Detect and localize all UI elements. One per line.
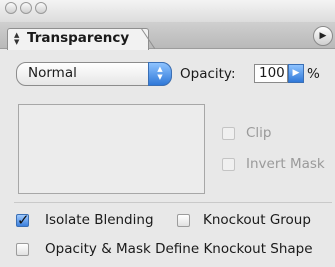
invert-mask-label: Invert Mask bbox=[246, 156, 325, 172]
opacity-input[interactable]: 100 bbox=[254, 64, 288, 83]
opacity-unit: % bbox=[307, 66, 320, 82]
panel-tab-bar: ▲ ▼ Transparency ▶ bbox=[0, 22, 335, 50]
invert-mask-checkbox[interactable] bbox=[222, 158, 235, 171]
isolate-blending-label: Isolate Blending bbox=[45, 212, 154, 228]
panel-menu-arrow-icon: ▶ bbox=[319, 31, 327, 41]
opacity-label: Opacity: bbox=[180, 66, 236, 82]
window-titlebar[interactable] bbox=[0, 0, 335, 22]
mask-thumbnail[interactable] bbox=[18, 104, 205, 194]
tab-edge-icon bbox=[141, 28, 155, 49]
blending-mode-value: Normal bbox=[28, 65, 77, 81]
tab-collapse-icon[interactable]: ▲ ▼ bbox=[14, 32, 22, 46]
opacity-arrow-icon: ▶ bbox=[292, 68, 300, 78]
divider bbox=[14, 202, 332, 203]
opacity-popup-button[interactable]: ▶ bbox=[288, 64, 304, 83]
clip-label: Clip bbox=[246, 125, 272, 141]
clip-checkbox[interactable] bbox=[222, 127, 235, 140]
isolate-blending-checkbox[interactable]: ✓ bbox=[16, 211, 30, 229]
knockout-group-label: Knockout Group bbox=[203, 212, 311, 228]
opacity-mask-knockout-checkbox[interactable] bbox=[16, 243, 29, 256]
close-window-icon[interactable] bbox=[5, 2, 17, 14]
blending-mode-select[interactable]: Normal ▲ ▼ bbox=[16, 62, 172, 86]
checkmark-icon: ✓ bbox=[17, 211, 30, 229]
select-arrows-icon: ▲ ▼ bbox=[148, 62, 172, 86]
knockout-group-checkbox[interactable] bbox=[177, 214, 190, 227]
tab-transparency-label: Transparency bbox=[27, 30, 130, 46]
minimize-window-icon[interactable] bbox=[20, 2, 32, 14]
panel-menu-button[interactable]: ▶ bbox=[313, 26, 333, 46]
tab-transparency[interactable]: ▲ ▼ Transparency bbox=[7, 28, 149, 50]
zoom-window-icon[interactable] bbox=[35, 2, 47, 14]
opacity-mask-knockout-label: Opacity & Mask Define Knockout Shape bbox=[45, 241, 313, 257]
